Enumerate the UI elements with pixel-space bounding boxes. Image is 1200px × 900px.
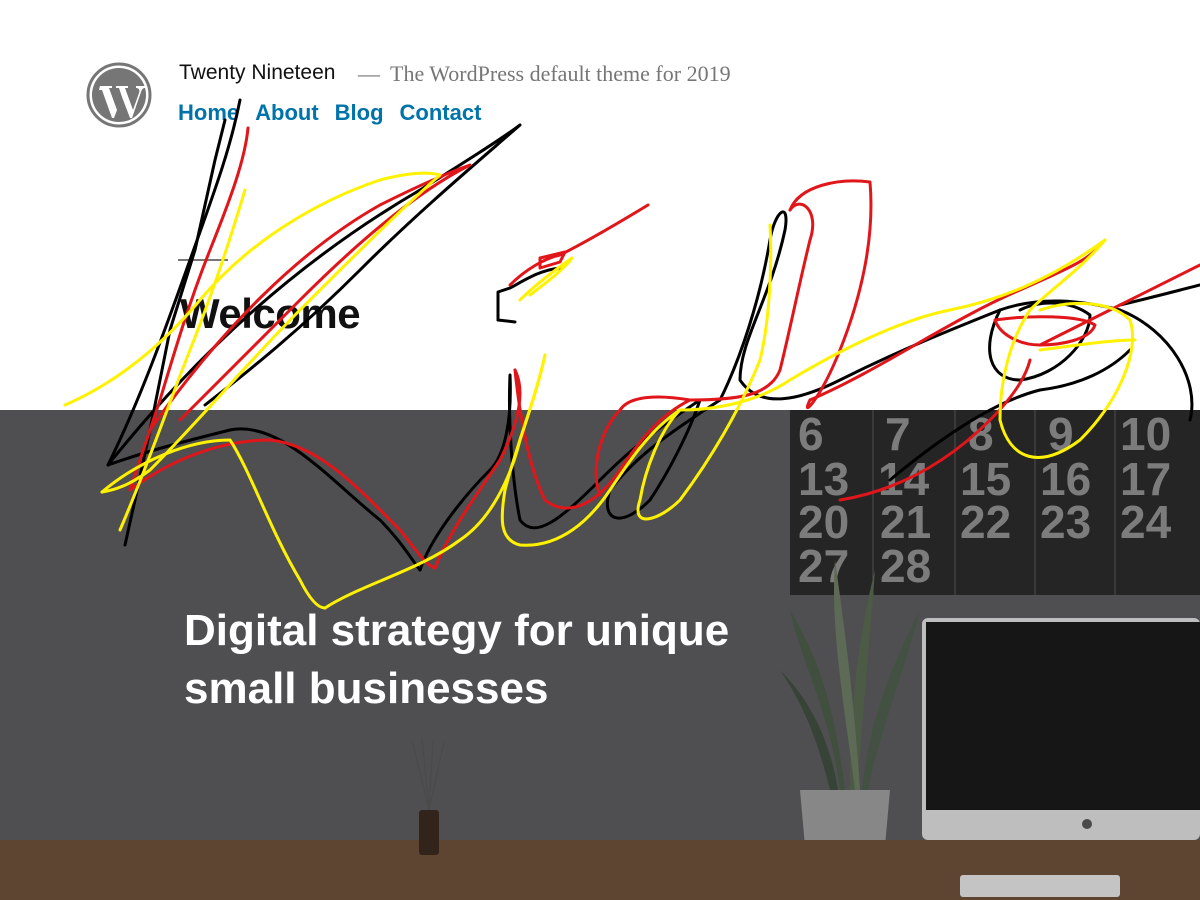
nav-item-blog[interactable]: Blog xyxy=(335,100,384,126)
nav-item-home[interactable]: Home xyxy=(178,100,239,126)
title-divider xyxy=(178,259,228,261)
site-title[interactable]: Twenty Nineteen xyxy=(179,61,335,85)
main-navigation: Home About Blog Contact xyxy=(178,100,481,126)
nav-item-about[interactable]: About xyxy=(255,100,319,126)
wordpress-logo-icon[interactable] xyxy=(86,62,152,128)
cover-block: 6 7 8 9 10 13 14 15 16 17 20 21 22 23 24… xyxy=(0,410,1200,900)
page: Twenty Nineteen — The WordPress default … xyxy=(0,0,1200,900)
page-title: Welcome xyxy=(180,290,361,337)
nav-item-contact[interactable]: Contact xyxy=(400,100,482,126)
site-description: The WordPress default theme for 2019 xyxy=(390,61,731,86)
cover-heading: Digital strategy for unique small busine… xyxy=(184,606,730,713)
title-separator: — xyxy=(358,61,380,86)
site-header: Twenty Nineteen — The WordPress default … xyxy=(0,0,1200,410)
